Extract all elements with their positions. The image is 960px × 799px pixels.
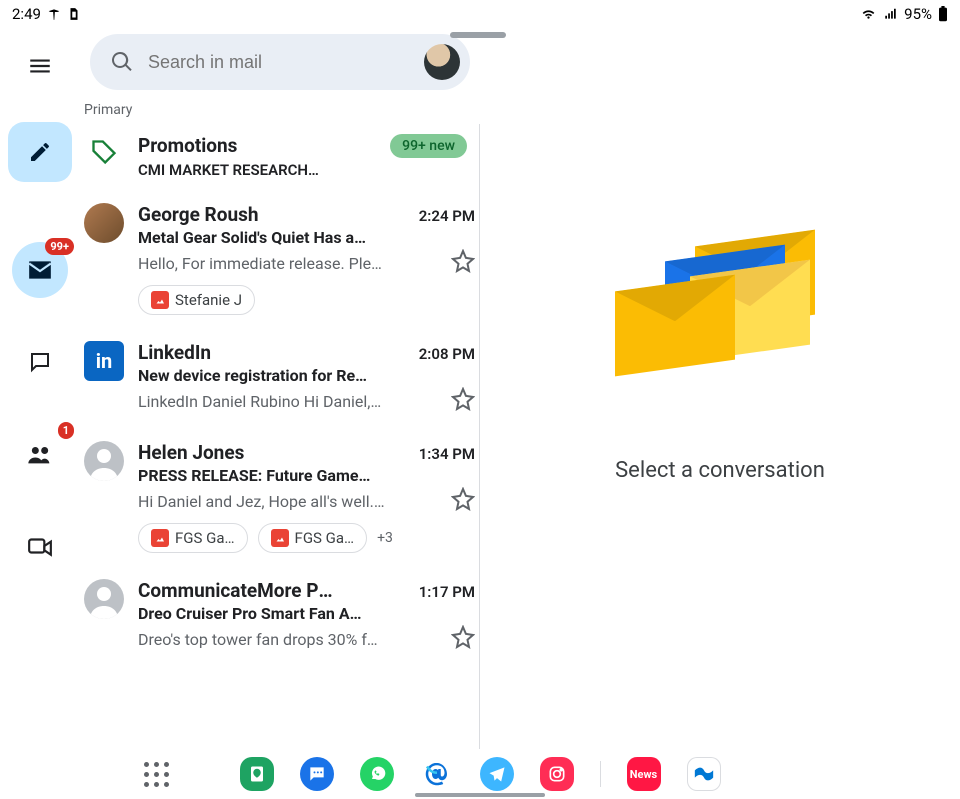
reading-pane: Select a conversation bbox=[480, 28, 960, 749]
star-button[interactable] bbox=[451, 387, 475, 415]
mail-badge: 99+ bbox=[45, 238, 74, 255]
envelopes-illustration bbox=[605, 228, 835, 398]
image-icon bbox=[151, 291, 169, 309]
star-outline-icon bbox=[451, 487, 475, 511]
email-subject: PRESS RELEASE: Future Game… bbox=[138, 466, 475, 485]
email-sender: Helen Jones bbox=[138, 441, 244, 464]
taskbar-app-3[interactable] bbox=[420, 757, 454, 791]
wifi-icon bbox=[860, 7, 877, 21]
spaces-badge: 1 bbox=[58, 422, 74, 439]
email-snippet: Dreo's top tower fan drops 30% f… bbox=[138, 630, 445, 649]
email-subject: Metal Gear Solid's Quiet Has a… bbox=[138, 228, 475, 247]
signal-icon bbox=[883, 7, 898, 21]
promotions-tab[interactable]: Promotions CMI MARKET RESEARCH… 99+ new bbox=[80, 124, 479, 193]
rail-mail-tab[interactable]: 99+ bbox=[12, 242, 68, 298]
pencil-icon bbox=[28, 140, 52, 164]
chip-label: Stefanie J bbox=[175, 291, 242, 309]
image-icon bbox=[151, 529, 169, 547]
email-time: 1:34 PM bbox=[419, 445, 475, 463]
promotions-title: Promotions bbox=[138, 134, 376, 157]
email-subject: Dreo Cruiser Pro Smart Fan A… bbox=[138, 604, 475, 623]
star-outline-icon bbox=[451, 625, 475, 649]
status-time: 2:49 bbox=[12, 5, 41, 23]
taskbar-app-4[interactable] bbox=[480, 757, 514, 791]
taskbar-app-2[interactable] bbox=[360, 757, 394, 791]
system-taskbar: News bbox=[0, 749, 960, 799]
email-list[interactable]: Promotions CMI MARKET RESEARCH… 99+ new … bbox=[80, 124, 480, 749]
email-item[interactable]: in LinkedIn 2:08 PM New device registration… bbox=[80, 331, 479, 431]
star-button[interactable] bbox=[451, 487, 475, 515]
taskbar-app-7[interactable] bbox=[687, 757, 721, 791]
email-sender: George Roush bbox=[138, 203, 259, 226]
taskbar-app-6[interactable]: News bbox=[627, 757, 661, 791]
image-icon bbox=[271, 529, 289, 547]
sim-icon bbox=[67, 6, 81, 22]
menu-button[interactable] bbox=[12, 46, 68, 86]
email-sender: LinkedIn bbox=[138, 341, 211, 364]
gmail-app: 99+ 1 Primary Pr bbox=[0, 28, 960, 749]
gesture-handle[interactable] bbox=[415, 793, 545, 797]
sender-avatar[interactable] bbox=[84, 203, 124, 243]
section-label: Primary bbox=[80, 100, 480, 124]
email-item[interactable]: George Roush 2:24 PM Metal Gear Solid's Qu… bbox=[80, 193, 479, 331]
attachment-chip[interactable]: FGS Ga… bbox=[258, 523, 368, 553]
star-button[interactable] bbox=[451, 249, 475, 277]
star-outline-icon bbox=[451, 249, 475, 273]
email-item[interactable]: CommunicateMore PR o… 1:17 PM Dreo Cruiser… bbox=[80, 569, 479, 669]
chat-icon bbox=[28, 350, 52, 374]
message-list-pane: Primary Promotions CMI MARKET RESEARCH… … bbox=[80, 28, 480, 749]
taskbar-separator bbox=[600, 761, 601, 787]
search-bar[interactable] bbox=[90, 34, 470, 90]
email-item[interactable]: Helen Jones 1:34 PM PRESS RELEASE: Future … bbox=[80, 431, 479, 569]
email-snippet: Hi Daniel and Jez, Hope all's well.… bbox=[138, 492, 445, 511]
email-time: 2:24 PM bbox=[419, 207, 475, 225]
rail-meet-tab[interactable] bbox=[12, 518, 68, 574]
android-status-bar: 2:49 95% bbox=[0, 0, 960, 28]
search-icon bbox=[110, 50, 134, 74]
star-button[interactable] bbox=[451, 625, 475, 653]
taskbar-app-5[interactable] bbox=[540, 757, 574, 791]
promotions-count-badge: 99+ new bbox=[390, 134, 467, 158]
rail-chat-tab[interactable] bbox=[12, 334, 68, 390]
video-icon bbox=[27, 535, 53, 557]
email-time: 1:17 PM bbox=[419, 583, 475, 601]
email-subject: New device registration for Re… bbox=[138, 366, 475, 385]
email-snippet: LinkedIn Daniel Rubino Hi Daniel,… bbox=[138, 392, 445, 411]
tesla-icon bbox=[47, 7, 61, 21]
battery-icon bbox=[938, 6, 948, 22]
taskbar-app-0[interactable] bbox=[240, 757, 274, 791]
mail-icon bbox=[27, 259, 53, 281]
status-battery-pct: 95% bbox=[904, 5, 932, 23]
chip-label: FGS Ga… bbox=[175, 529, 235, 547]
menu-icon bbox=[27, 53, 53, 79]
tag-icon bbox=[90, 138, 118, 166]
app-drawer-button[interactable] bbox=[144, 762, 169, 787]
attachment-chip[interactable]: Stefanie J bbox=[138, 285, 255, 315]
sender-avatar[interactable] bbox=[84, 579, 124, 619]
star-outline-icon bbox=[451, 387, 475, 411]
promotions-subtitle: CMI MARKET RESEARCH… bbox=[138, 161, 376, 179]
email-snippet: Hello, For immediate release. Ple… bbox=[138, 254, 445, 273]
navigation-rail: 99+ 1 bbox=[0, 28, 80, 749]
taskbar-app-1[interactable] bbox=[300, 757, 334, 791]
chips-overflow[interactable]: +3 bbox=[377, 530, 393, 546]
chip-label: FGS Ga… bbox=[295, 529, 355, 547]
email-sender: CommunicateMore PR o… bbox=[138, 579, 343, 602]
sender-avatar[interactable] bbox=[84, 441, 124, 481]
email-time: 2:08 PM bbox=[419, 345, 475, 363]
sender-avatar[interactable]: in bbox=[84, 341, 124, 381]
search-input[interactable] bbox=[148, 52, 410, 73]
reading-empty-text: Select a conversation bbox=[615, 458, 825, 483]
account-avatar[interactable] bbox=[424, 44, 460, 80]
compose-button[interactable] bbox=[8, 122, 72, 182]
attachment-chip[interactable]: FGS Ga… bbox=[138, 523, 248, 553]
rail-spaces-tab[interactable]: 1 bbox=[12, 426, 68, 482]
people-icon bbox=[26, 442, 54, 466]
